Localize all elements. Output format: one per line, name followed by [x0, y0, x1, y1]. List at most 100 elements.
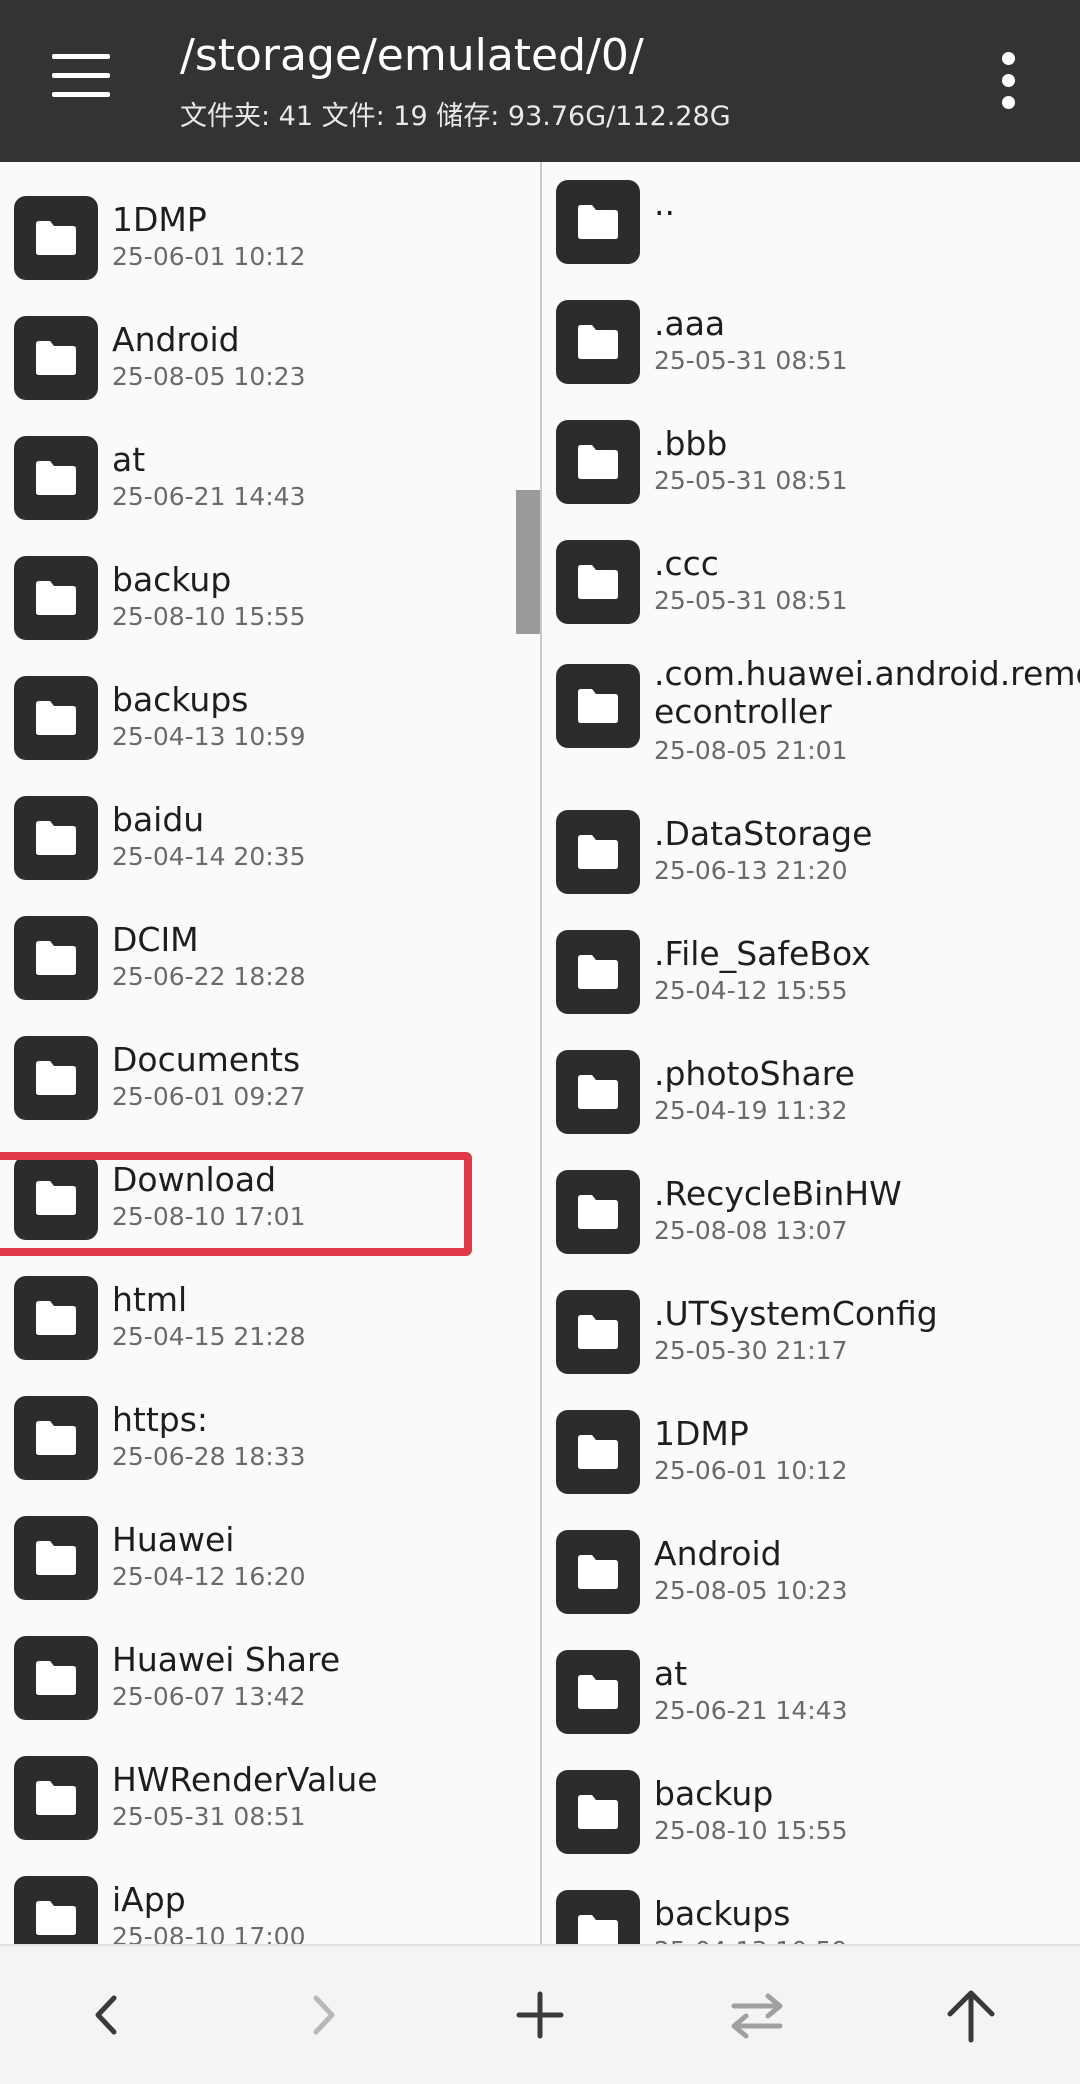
- item-name: DCIM: [112, 920, 199, 959]
- current-path: /storage/emulated/0/: [180, 30, 644, 81]
- item-name: Android: [112, 320, 240, 359]
- item-date: 25-06-13 21:20: [654, 856, 848, 885]
- item-date: 25-04-13 10:59: [654, 1936, 847, 1944]
- item-name: .UTSystemConfig: [654, 1294, 938, 1333]
- folder-icon: [14, 796, 98, 880]
- item-date: 25-06-01 10:12: [654, 1456, 848, 1485]
- right-file-pane[interactable]: .. .aaa 25-05-31 08:51 .bbb 25-05-31 08:51 .c…: [542, 162, 1080, 1944]
- item-name: HWRenderValue: [112, 1760, 378, 1799]
- item-date: 25-04-13 10:59: [112, 722, 306, 751]
- left-file-pane[interactable]: 1DMP 25-06-01 10:12 Android 25-08-05 10:23 a…: [0, 162, 540, 1944]
- up-arrow-icon[interactable]: [936, 1980, 1006, 2050]
- folder-icon: [14, 916, 98, 1000]
- left-pane-scrollbar[interactable]: [516, 490, 540, 634]
- folder-icon: [556, 1890, 640, 1944]
- folder-icon: [14, 1636, 98, 1720]
- folder-icon: [556, 664, 640, 748]
- item-name: 1DMP: [654, 1414, 749, 1453]
- plus-icon[interactable]: [505, 1980, 575, 2050]
- swap-icon[interactable]: [722, 1980, 792, 2050]
- item-date: 25-08-10 15:55: [654, 1816, 848, 1845]
- folder-icon: [14, 1516, 98, 1600]
- item-date: 25-08-05 10:23: [112, 362, 306, 391]
- app-header: /storage/emulated/0/ 文件夹: 41 文件: 19 储存: …: [0, 0, 1080, 162]
- item-name: iApp: [112, 1880, 186, 1919]
- item-date: 25-05-31 08:51: [654, 586, 848, 615]
- item-date: 25-04-14 20:35: [112, 842, 306, 871]
- item-name: 1DMP: [112, 200, 207, 239]
- item-date: 25-06-28 18:33: [112, 1442, 306, 1471]
- folder-icon: [556, 1170, 640, 1254]
- folder-icon: [14, 1756, 98, 1840]
- item-name: backups: [654, 1894, 791, 1933]
- folder-icon: [556, 1530, 640, 1614]
- item-name: html: [112, 1280, 188, 1319]
- item-date: 25-04-12 16:20: [112, 1562, 306, 1591]
- folder-icon: [14, 196, 98, 280]
- item-name: Huawei Share: [112, 1640, 341, 1679]
- folder-icon: [556, 300, 640, 384]
- menu-icon[interactable]: [52, 54, 112, 100]
- folder-icon: [14, 1036, 98, 1120]
- item-name: ..: [654, 184, 675, 223]
- item-name: .com.huawei.android.remot: [654, 654, 1080, 693]
- item-name: .DataStorage: [654, 814, 873, 853]
- storage-stats: 文件夹: 41 文件: 19 储存: 93.76G/112.28G: [180, 101, 731, 132]
- item-date: 25-08-05 10:23: [654, 1576, 848, 1605]
- item-date: 25-06-21 14:43: [654, 1696, 848, 1725]
- item-name: .RecycleBinHW: [654, 1174, 902, 1213]
- folder-icon: [556, 930, 640, 1014]
- folder-icon: [556, 1050, 640, 1134]
- folder-icon: [556, 420, 640, 504]
- folder-icon: [556, 180, 640, 264]
- item-date: 25-06-01 10:12: [112, 242, 306, 271]
- item-date: 25-06-07 13:42: [112, 1682, 306, 1711]
- item-date: 25-06-01 09:27: [112, 1082, 306, 1111]
- folder-icon: [556, 810, 640, 894]
- item-name: Documents: [112, 1040, 301, 1079]
- item-date: 25-08-05 21:01: [654, 736, 848, 765]
- item-date: 25-06-22 18:28: [112, 962, 306, 991]
- item-name: backup: [112, 560, 232, 599]
- item-name: .aaa: [654, 304, 726, 343]
- item-name: .File_SafeBox: [654, 934, 871, 973]
- folder-icon: [556, 1650, 640, 1734]
- item-name: .ccc: [654, 544, 719, 583]
- item-date: 25-08-10 17:00: [112, 1922, 306, 1944]
- item-date: 25-04-15 21:28: [112, 1322, 306, 1351]
- back-icon[interactable]: [72, 1980, 142, 2050]
- forward-icon[interactable]: [288, 1980, 358, 2050]
- item-name-continued: econtroller: [654, 692, 832, 731]
- item-date: 25-05-31 08:51: [654, 466, 848, 495]
- item-date: 25-08-10 15:55: [112, 602, 306, 631]
- folder-icon: [14, 676, 98, 760]
- folder-icon: [14, 1396, 98, 1480]
- folder-icon: [14, 556, 98, 640]
- item-name: .photoShare: [654, 1054, 855, 1093]
- folder-icon: [14, 436, 98, 520]
- item-date: 25-05-30 21:17: [654, 1336, 848, 1365]
- item-date: 25-06-21 14:43: [112, 482, 306, 511]
- folder-icon: [556, 1410, 640, 1494]
- folder-icon: [556, 540, 640, 624]
- item-name: backup: [654, 1774, 774, 1813]
- folder-icon: [556, 1290, 640, 1374]
- item-name: .bbb: [654, 424, 728, 463]
- item-name: https:: [112, 1400, 209, 1439]
- item-name: at: [654, 1654, 688, 1693]
- bottom-toolbar: [0, 1944, 1080, 2084]
- folder-icon: [14, 1876, 98, 1944]
- item-date: 25-04-12 15:55: [654, 976, 848, 1005]
- item-name: at: [112, 440, 146, 479]
- folder-icon: [14, 1276, 98, 1360]
- item-name: backups: [112, 680, 249, 719]
- folder-icon: [14, 316, 98, 400]
- folder-icon: [556, 1770, 640, 1854]
- item-date: 25-08-08 13:07: [654, 1216, 848, 1245]
- item-name: Huawei: [112, 1520, 235, 1559]
- item-name: baidu: [112, 800, 205, 839]
- item-date: 25-04-19 11:32: [654, 1096, 848, 1125]
- more-options-icon[interactable]: [990, 50, 1026, 110]
- item-date: 25-05-31 08:51: [654, 346, 848, 375]
- item-date: 25-05-31 08:51: [112, 1802, 306, 1831]
